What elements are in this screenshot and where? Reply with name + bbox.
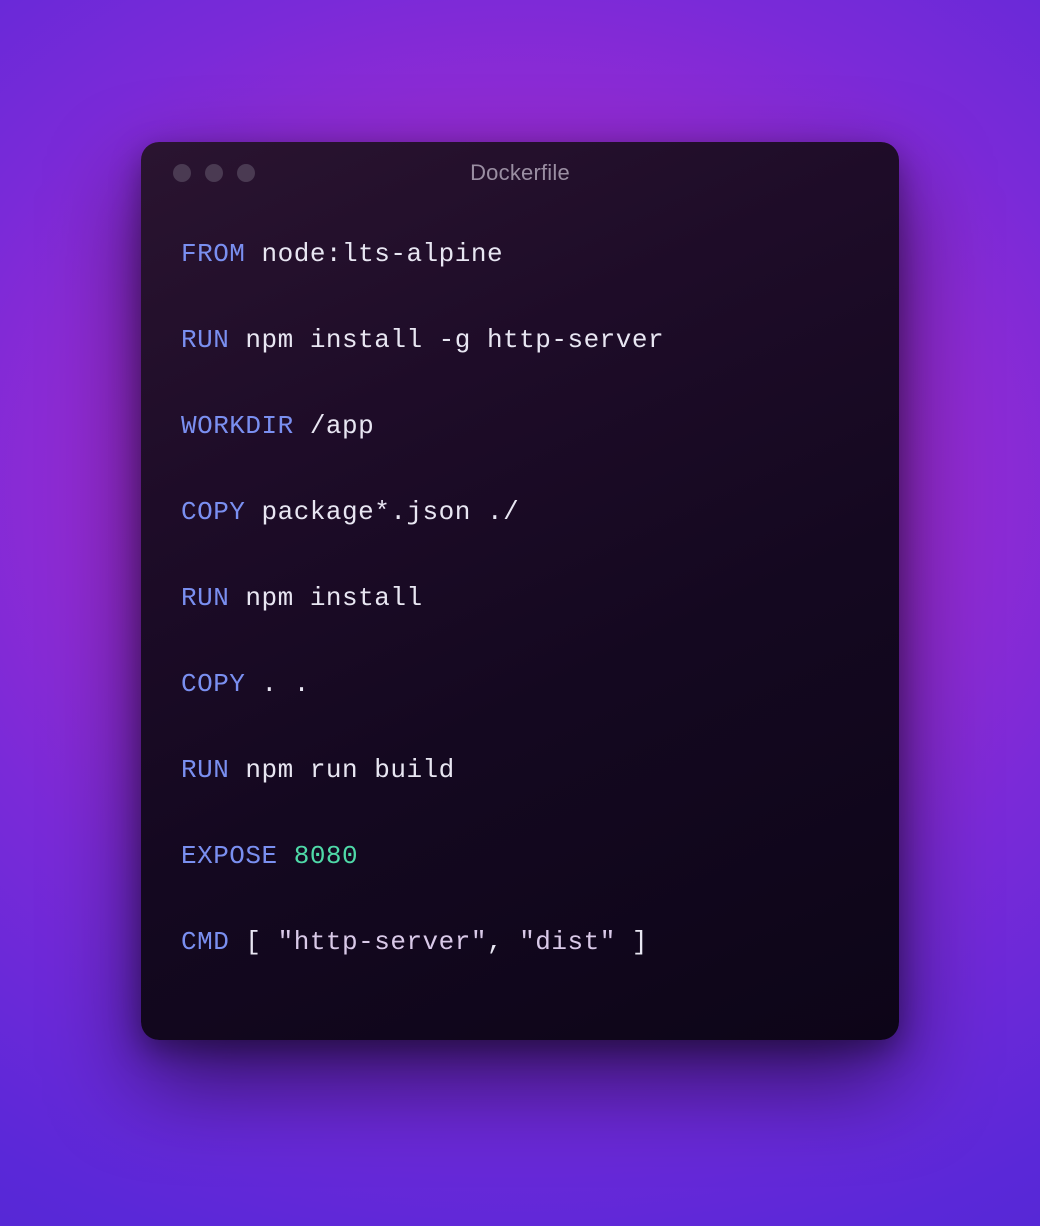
close-icon[interactable] — [173, 164, 191, 182]
dockerfile-keyword: COPY — [181, 497, 245, 527]
code-line: RUN npm run build — [181, 748, 859, 792]
code-punct: ] — [616, 927, 648, 957]
dockerfile-keyword: RUN — [181, 583, 229, 613]
minimize-icon[interactable] — [205, 164, 223, 182]
code-line: EXPOSE 8080 — [181, 834, 859, 878]
code-string: "dist" — [519, 927, 616, 957]
code-line: COPY package*.json ./ — [181, 490, 859, 534]
code-text: npm run build — [229, 755, 454, 785]
maximize-icon[interactable] — [237, 164, 255, 182]
code-line: WORKDIR /app — [181, 404, 859, 448]
code-text: . . — [245, 669, 309, 699]
code-line: COPY . . — [181, 662, 859, 706]
dockerfile-keyword: FROM — [181, 239, 245, 269]
code-line: RUN npm install — [181, 576, 859, 620]
code-text: npm install -g http-server — [229, 325, 664, 355]
editor-window: Dockerfile FROM node:lts-alpine RUN npm … — [141, 142, 899, 1040]
code-text: package*.json ./ — [245, 497, 519, 527]
code-string: "http-server" — [278, 927, 487, 957]
code-punct: , — [487, 927, 519, 957]
code-punct: [ — [229, 927, 277, 957]
dockerfile-keyword: RUN — [181, 325, 229, 355]
traffic-lights — [173, 164, 255, 182]
dockerfile-keyword: EXPOSE — [181, 841, 278, 871]
code-text: /app — [294, 411, 375, 441]
code-text: node:lts-alpine — [245, 239, 503, 269]
code-line: RUN npm install -g http-server — [181, 318, 859, 362]
window-titlebar: Dockerfile — [141, 142, 899, 204]
dockerfile-keyword: RUN — [181, 755, 229, 785]
code-line: CMD [ "http-server", "dist" ] — [181, 920, 859, 964]
code-block: FROM node:lts-alpine RUN npm install -g … — [141, 204, 899, 964]
code-text: npm install — [229, 583, 422, 613]
dockerfile-keyword: CMD — [181, 927, 229, 957]
code-line: FROM node:lts-alpine — [181, 232, 859, 276]
dockerfile-keyword: WORKDIR — [181, 411, 294, 441]
code-number: 8080 — [278, 841, 359, 871]
dockerfile-keyword: COPY — [181, 669, 245, 699]
